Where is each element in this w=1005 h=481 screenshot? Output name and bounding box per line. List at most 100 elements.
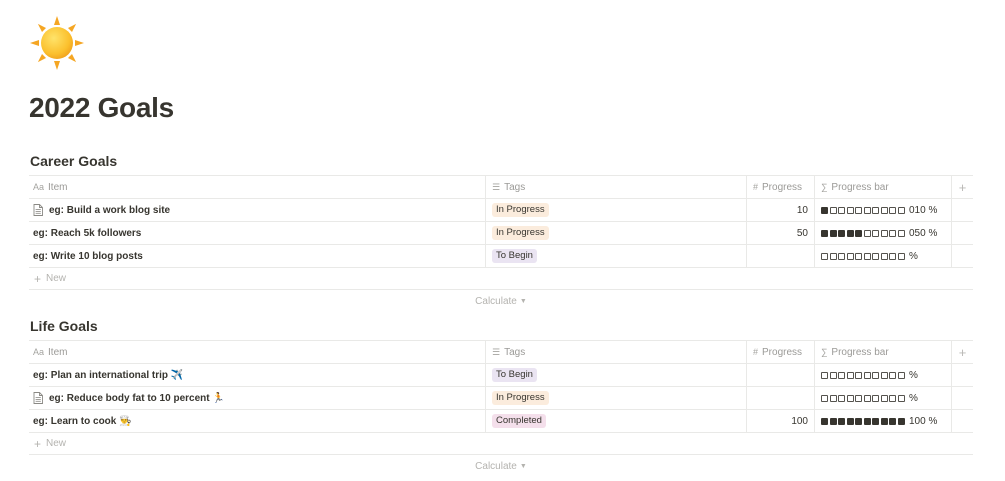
- progress-bar-cell[interactable]: %: [815, 387, 952, 409]
- progress-square: [863, 229, 871, 237]
- progress-cell[interactable]: [747, 364, 815, 386]
- life-goals-section: Life Goals Aa Item ☰ Tags # Progress ∑ Progr…: [29, 315, 973, 477]
- page-title[interactable]: 2022 Goals: [29, 92, 174, 124]
- progress-square: [855, 252, 862, 260]
- progress-square: [821, 206, 828, 214]
- formula-property-icon: ∑: [821, 182, 828, 192]
- item-cell[interactable]: eg: Plan an international trip ✈️: [29, 364, 486, 386]
- tags-cell[interactable]: To Begin: [486, 364, 747, 386]
- item-title: eg: Reduce body fat to 10 percent 🏃: [49, 392, 225, 404]
- progress-square: [863, 394, 871, 402]
- progress-square: [880, 229, 888, 237]
- database-table: Aa Item ☰ Tags # Progress ∑ Progress bar + e…: [29, 175, 973, 312]
- text-property-icon: Aa: [33, 182, 45, 192]
- progress-value: 50: [796, 227, 808, 239]
- progress-cell[interactable]: 100: [747, 410, 815, 432]
- progress-square: [838, 417, 845, 425]
- progress-percent-label: 100 %: [909, 415, 938, 427]
- progress-bar: %: [821, 393, 918, 404]
- status-tag: In Progress: [492, 226, 549, 240]
- add-column-button[interactable]: +: [952, 341, 973, 363]
- progress-square: [821, 371, 828, 379]
- column-header-item[interactable]: Aa Item: [29, 341, 486, 363]
- progress-square: [838, 229, 845, 237]
- progress-bar: 010 %: [821, 205, 937, 216]
- section-title[interactable]: Career Goals: [29, 150, 973, 172]
- progress-bar-cell[interactable]: 050 %: [815, 222, 952, 244]
- item-cell[interactable]: eg: Reduce body fat to 10 percent 🏃: [29, 387, 486, 409]
- progress-square: [855, 229, 862, 237]
- progress-square: [872, 206, 879, 214]
- table-row[interactable]: eg: Reduce body fat to 10 percent 🏃 In Pr…: [29, 387, 973, 410]
- progress-square: [829, 229, 837, 237]
- progress-square: [872, 371, 879, 379]
- number-property-icon: #: [753, 347, 759, 357]
- progress-cell[interactable]: 50: [747, 222, 815, 244]
- item-cell[interactable]: eg: Learn to cook 👨‍🍳: [29, 410, 486, 432]
- progress-bar-cell[interactable]: 100 %: [815, 410, 952, 432]
- tags-cell[interactable]: In Progress: [486, 222, 747, 244]
- item-title: eg: Write 10 blog posts: [33, 250, 143, 262]
- column-header-progress[interactable]: # Progress: [747, 176, 815, 198]
- progress-cell[interactable]: 10: [747, 199, 815, 221]
- progress-bar: %: [821, 370, 918, 381]
- table-row[interactable]: eg: Plan an international trip ✈️ To Begi…: [29, 364, 973, 387]
- calculate-button[interactable]: Calculate ▼: [29, 455, 973, 477]
- empty-cell: [952, 410, 973, 432]
- list-property-icon: ☰: [492, 346, 501, 357]
- tags-cell[interactable]: In Progress: [486, 387, 747, 409]
- progress-square: [846, 229, 854, 237]
- progress-cell[interactable]: [747, 387, 815, 409]
- progress-percent-label: %: [909, 369, 918, 381]
- career-goals-section: Career Goals Aa Item ☰ Tags # Progress ∑ Pro…: [29, 150, 973, 312]
- tags-cell[interactable]: To Begin: [486, 245, 747, 267]
- progress-square: [872, 252, 879, 260]
- progress-cell[interactable]: [747, 245, 815, 267]
- list-property-icon: ☰: [492, 181, 501, 192]
- progress-square: [889, 417, 896, 425]
- progress-square: [880, 252, 888, 260]
- progress-square: [880, 417, 888, 425]
- plus-icon: +: [34, 436, 42, 451]
- item-cell[interactable]: eg: Write 10 blog posts: [29, 245, 486, 267]
- progress-square: [889, 394, 896, 402]
- empty-cell: [952, 222, 973, 244]
- empty-cell: [952, 199, 973, 221]
- section-title[interactable]: Life Goals: [29, 315, 973, 337]
- table-row[interactable]: eg: Write 10 blog posts To Begin %: [29, 245, 973, 268]
- column-header-progress[interactable]: # Progress: [747, 341, 815, 363]
- progress-bar-cell[interactable]: %: [815, 245, 952, 267]
- database-table: Aa Item ☰ Tags # Progress ∑ Progress bar + e…: [29, 340, 973, 477]
- progress-square: [897, 394, 905, 402]
- tags-cell[interactable]: Completed: [486, 410, 747, 432]
- item-title: eg: Reach 5k followers: [33, 227, 142, 239]
- sun-icon[interactable]: [28, 14, 86, 72]
- column-header-tags[interactable]: ☰ Tags: [486, 341, 747, 363]
- add-column-button[interactable]: +: [952, 176, 973, 198]
- progress-percent-label: 010 %: [909, 204, 938, 216]
- progress-bar: 050 %: [821, 228, 937, 239]
- column-header-progress-bar[interactable]: ∑ Progress bar: [815, 341, 952, 363]
- calculate-button[interactable]: Calculate ▼: [29, 290, 973, 312]
- progress-square: [880, 371, 888, 379]
- column-header-tags[interactable]: ☰ Tags: [486, 176, 747, 198]
- progress-bar-cell[interactable]: 010 %: [815, 199, 952, 221]
- progress-square: [829, 206, 837, 214]
- item-cell[interactable]: eg: Reach 5k followers: [29, 222, 486, 244]
- page-icon: [33, 204, 43, 216]
- new-row-button[interactable]: + New: [29, 433, 973, 455]
- progress-square: [855, 206, 862, 214]
- progress-square: [821, 229, 828, 237]
- table-row[interactable]: eg: Reach 5k followers In Progress 50 050 %: [29, 222, 973, 245]
- column-header-item[interactable]: Aa Item: [29, 176, 486, 198]
- progress-square: [855, 394, 862, 402]
- column-header-progress-bar[interactable]: ∑ Progress bar: [815, 176, 952, 198]
- progress-square: [855, 371, 862, 379]
- table-row[interactable]: eg: Build a work blog site In Progress 10 0…: [29, 199, 973, 222]
- tags-cell[interactable]: In Progress: [486, 199, 747, 221]
- new-row-button[interactable]: + New: [29, 268, 973, 290]
- progress-bar-cell[interactable]: %: [815, 364, 952, 386]
- item-cell[interactable]: eg: Build a work blog site: [29, 199, 486, 221]
- progress-square: [846, 417, 854, 425]
- table-row[interactable]: eg: Learn to cook 👨‍🍳 Completed 100 100 %: [29, 410, 973, 433]
